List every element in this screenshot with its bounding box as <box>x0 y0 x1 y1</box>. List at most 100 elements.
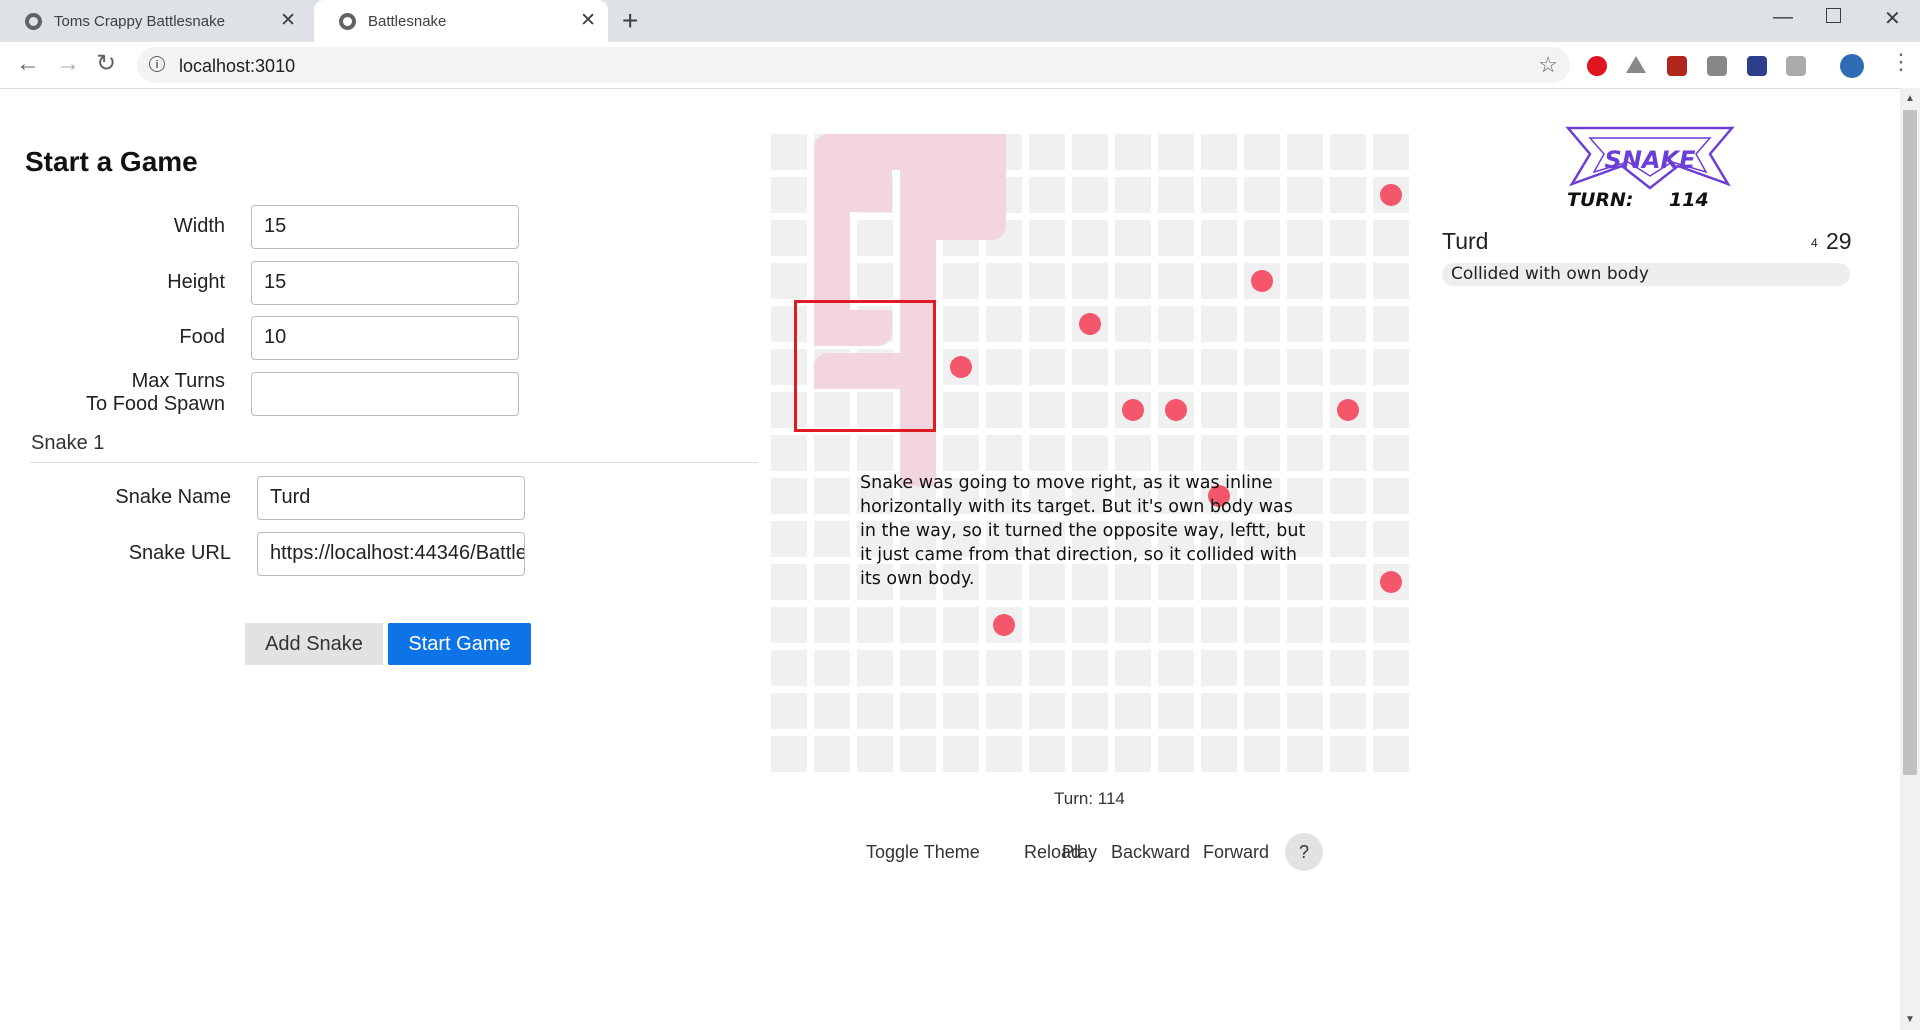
board-cell <box>986 306 1022 342</box>
width-input[interactable]: 15 <box>251 205 519 249</box>
board-cell <box>1072 693 1108 729</box>
board-cell <box>771 177 807 213</box>
board-cell <box>1330 607 1366 643</box>
board-cell <box>857 263 893 299</box>
board-cell <box>771 607 807 643</box>
minimize-icon[interactable]: — <box>1773 6 1793 29</box>
browser-toolbar: ← → ↻ i localhost:3010 ☆ <box>0 42 1920 89</box>
board-cell <box>1287 693 1323 729</box>
height-label: Height <box>167 271 225 293</box>
snake-name-label: Snake Name <box>115 486 231 508</box>
board-cell <box>1029 134 1065 170</box>
board-cell <box>1373 134 1409 170</box>
snake-url-label: Snake URL <box>128 542 231 564</box>
tab-battlesnake[interactable]: Battlesnake ✕ <box>314 0 608 42</box>
max-turns-label-line1: Max Turns <box>131 370 225 392</box>
help-button[interactable]: ? <box>1285 833 1323 871</box>
board-cell <box>1330 263 1366 299</box>
tab-toms-crappy-battlesnake[interactable]: Toms Crappy Battlesnake ✕ <box>0 0 308 42</box>
board-cell <box>1072 263 1108 299</box>
board-cell <box>1244 650 1280 686</box>
board-cell <box>771 220 807 256</box>
info-icon[interactable]: i <box>149 56 165 72</box>
board-cell <box>814 521 850 557</box>
start-game-button[interactable]: Start Game <box>388 623 531 665</box>
board-cell <box>1201 349 1237 385</box>
board-cell <box>943 650 979 686</box>
board-cell <box>1201 306 1237 342</box>
forward-button[interactable]: Forward <box>1203 842 1269 863</box>
drive-extension-icon[interactable] <box>1626 56 1646 73</box>
food-dot <box>1079 313 1101 335</box>
board-cell <box>814 478 850 514</box>
forward-arrow-icon[interactable]: → <box>56 51 80 77</box>
snake-url-input[interactable]: https://localhost:44346/Battlesnake <box>257 532 525 576</box>
board-cell <box>1287 392 1323 428</box>
toggle-theme-button[interactable]: Toggle Theme <box>866 842 980 863</box>
reload-icon[interactable]: ↻ <box>96 51 116 77</box>
board-cell <box>1330 435 1366 471</box>
food-dot <box>1165 399 1187 421</box>
board-cell <box>1201 220 1237 256</box>
board-cell <box>1244 736 1280 772</box>
snake-name-input[interactable]: Turd <box>257 476 525 520</box>
board-cell <box>1330 349 1366 385</box>
board-cell <box>1330 220 1366 256</box>
profile-avatar-icon[interactable] <box>1840 54 1864 78</box>
board-cell <box>1115 693 1151 729</box>
close-tab-icon[interactable]: ✕ <box>280 11 296 31</box>
board-cell <box>857 435 893 471</box>
board-cell <box>1201 650 1237 686</box>
board-cell <box>1115 736 1151 772</box>
plus-icon[interactable]: + <box>622 6 638 36</box>
scrollbar-thumb[interactable] <box>1903 110 1917 775</box>
opera-extension-icon[interactable] <box>1587 56 1607 76</box>
pdf-extension-icon[interactable] <box>1667 56 1687 76</box>
board-cell <box>1330 521 1366 557</box>
max-turns-input[interactable] <box>251 372 519 416</box>
board-cell <box>1072 650 1108 686</box>
menu-kebab-icon[interactable]: ⋮ <box>1890 51 1912 73</box>
highlight-box <box>794 300 936 432</box>
board-cell <box>1029 736 1065 772</box>
board-cell <box>1158 349 1194 385</box>
window-close-icon[interactable]: ✕ <box>1884 6 1901 31</box>
play-button[interactable]: Play <box>1062 842 1097 863</box>
logo-turn-value: 114 <box>1669 189 1709 211</box>
reader-extension-icon[interactable] <box>1786 56 1806 76</box>
board-cell <box>900 736 936 772</box>
add-snake-button[interactable]: Add Snake <box>245 623 383 665</box>
board-cell <box>1287 349 1323 385</box>
annotation-text: Snake was going to move right, as it was… <box>860 473 1306 589</box>
board-cell <box>1373 306 1409 342</box>
close-tab-icon[interactable]: ✕ <box>580 11 596 31</box>
globe-icon <box>339 12 356 30</box>
board-cell <box>1201 693 1237 729</box>
board-cell <box>986 349 1022 385</box>
board-cell <box>1115 177 1151 213</box>
board-cell <box>1330 650 1366 686</box>
address-bar[interactable]: i localhost:3010 ☆ <box>137 47 1570 83</box>
back-arrow-icon[interactable]: ← <box>16 51 40 77</box>
board-cell <box>900 607 936 643</box>
food-dot <box>1122 399 1144 421</box>
board-cell <box>814 736 850 772</box>
restore-icon[interactable] <box>1826 8 1841 23</box>
snake-small-number: 4 <box>1811 236 1818 250</box>
board-cell <box>1072 220 1108 256</box>
board-cell <box>1029 650 1065 686</box>
board-cell <box>1330 564 1366 600</box>
board-cell <box>1373 435 1409 471</box>
board-cell <box>1158 693 1194 729</box>
scroll-down-icon[interactable]: ▼ <box>1905 1014 1915 1025</box>
food-input[interactable]: 10 <box>251 316 519 360</box>
star-icon[interactable]: ☆ <box>1538 52 1558 78</box>
board-cell <box>943 693 979 729</box>
height-input[interactable]: 15 <box>251 261 519 305</box>
checker-extension-icon[interactable] <box>1747 56 1767 76</box>
scroll-up-icon[interactable]: ▲ <box>1905 93 1915 104</box>
backward-button[interactable]: Backward <box>1111 842 1190 863</box>
board-cell <box>1373 693 1409 729</box>
camera-extension-icon[interactable] <box>1707 56 1727 76</box>
board-cell <box>857 650 893 686</box>
